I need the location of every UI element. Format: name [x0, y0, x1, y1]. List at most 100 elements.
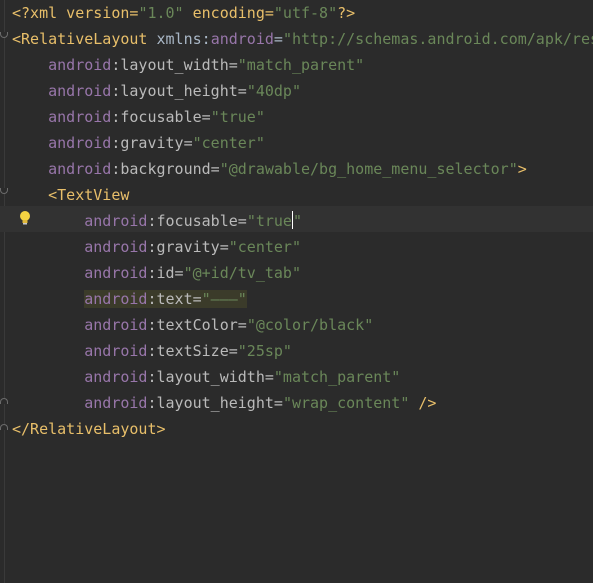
token-ns: android: [48, 108, 112, 126]
code-content: android:focusable="true": [84, 211, 302, 230]
code-editor[interactable]: <?xml version="1.0" encoding="utf-8"?> <R…: [0, 0, 593, 583]
token-ns: android: [84, 368, 148, 386]
token-val: "true": [210, 108, 265, 126]
token-val: "center": [228, 238, 301, 256]
code-content: android:layout_height="40dp": [48, 82, 301, 100]
token-val: "match_parent": [273, 368, 401, 386]
code-content: android:gravity="center": [84, 238, 301, 256]
token-val: "40dp": [246, 82, 301, 100]
token-ns: android: [84, 238, 148, 256]
token-ns: android: [210, 30, 274, 48]
code-line[interactable]: android:focusable="true": [12, 208, 302, 234]
token-attr: :id=: [147, 264, 184, 282]
code-content: <RelativeLayout xmlns:android="http://sc…: [12, 30, 593, 48]
token-attr: :focusable=: [147, 212, 247, 230]
token-val: "center": [192, 134, 265, 152]
token-attr: :background=: [111, 160, 220, 178]
code-line[interactable]: android:textSize="25sp": [12, 338, 292, 364]
token-val: "match_parent": [237, 56, 365, 74]
token-ns: android: [84, 264, 148, 282]
fold-close-textview-icon[interactable]: [0, 398, 8, 404]
token-tag: />: [409, 394, 437, 412]
token-pi: <?xml version=: [12, 4, 139, 22]
code-line[interactable]: android:focusable="true": [12, 104, 265, 130]
code-content: <?xml version="1.0" encoding="utf-8"?>: [12, 4, 355, 22]
code-line[interactable]: <?xml version="1.0" encoding="utf-8"?>: [12, 0, 355, 26]
token-val: "utf-8": [273, 4, 338, 22]
token-attr: :layout_height=: [147, 394, 283, 412]
code-line[interactable]: </RelativeLayout>: [12, 416, 166, 442]
token-val: "http://schemas.android.com/apk/res/andr…: [282, 30, 593, 48]
code-content: android:textColor="@color/black": [84, 316, 373, 334]
token-val: "true: [246, 212, 292, 230]
token-attr: :layout_height=: [111, 82, 247, 100]
fold-close-relativelayout-icon[interactable]: [0, 424, 8, 430]
token-attr: :gravity=: [111, 134, 193, 152]
token-val: "@color/black": [246, 316, 374, 334]
code-line[interactable]: android:id="@+id/tv_tab": [12, 260, 301, 286]
token-ns: android: [84, 342, 148, 360]
token-attr: :layout_width=: [147, 368, 274, 386]
token-val: "@drawable/bg_home_menu_selector": [219, 160, 518, 178]
token-attr: :textColor=: [147, 316, 247, 334]
token-ns: android: [48, 134, 112, 152]
token-tag: <RelativeLayout: [12, 30, 148, 48]
token-val: "———": [201, 290, 247, 308]
token-val: "25sp": [237, 342, 292, 360]
token-ns: android: [48, 160, 112, 178]
token-pi: encoding=: [183, 4, 274, 22]
token-attr: :gravity=: [147, 238, 229, 256]
token-plain: =: [273, 30, 283, 48]
code-content: android:gravity="center": [48, 134, 265, 152]
code-content: android:focusable="true": [48, 108, 265, 126]
token-attr: :layout_width=: [111, 56, 238, 74]
editor-gutter: [0, 0, 8, 583]
code-content: android:background="@drawable/bg_home_me…: [48, 160, 527, 178]
token-tag: <TextView: [48, 186, 130, 204]
code-content: <TextView: [48, 186, 129, 204]
code-line[interactable]: android:text="———": [12, 286, 247, 312]
code-content: android:layout_width="match_parent": [84, 368, 400, 386]
token-tag: >: [517, 160, 527, 178]
code-line[interactable]: android:layout_height="40dp": [12, 78, 301, 104]
code-line[interactable]: android:layout_height="wrap_content" />: [12, 390, 436, 416]
token-ns: android: [84, 212, 148, 230]
code-line[interactable]: <TextView: [12, 182, 129, 208]
token-attr: :focusable=: [111, 108, 211, 126]
code-content: android:layout_height="wrap_content" />: [84, 394, 436, 412]
code-line[interactable]: <RelativeLayout xmlns:android="http://sc…: [12, 26, 593, 52]
code-line[interactable]: android:background="@drawable/bg_home_me…: [12, 156, 527, 182]
token-ns: android: [48, 82, 112, 100]
code-line[interactable]: android:layout_width="match_parent": [12, 52, 364, 78]
token-pi: ?>: [337, 4, 356, 22]
token-ns: android: [84, 316, 148, 334]
token-val: "@+id/tv_tab": [183, 264, 301, 282]
token-tag: </RelativeLayout>: [12, 420, 166, 438]
highlighted-code: android:text="———": [84, 290, 247, 308]
code-line[interactable]: android:gravity="center": [12, 130, 265, 156]
code-content: </RelativeLayout>: [12, 420, 166, 438]
code-content: android:textSize="25sp": [84, 342, 292, 360]
token-ns: android: [84, 290, 148, 308]
code-line[interactable]: android:layout_width="match_parent": [12, 364, 400, 390]
code-content: android:layout_width="match_parent": [48, 56, 364, 74]
code-line[interactable]: android:gravity="center": [12, 234, 301, 260]
gutter-guide-line: [4, 0, 5, 583]
code-content: android:id="@+id/tv_tab": [84, 264, 301, 282]
code-line[interactable]: android:textColor="@color/black": [12, 312, 373, 338]
token-attr: :textSize=: [147, 342, 238, 360]
token-ns: android: [84, 394, 148, 412]
